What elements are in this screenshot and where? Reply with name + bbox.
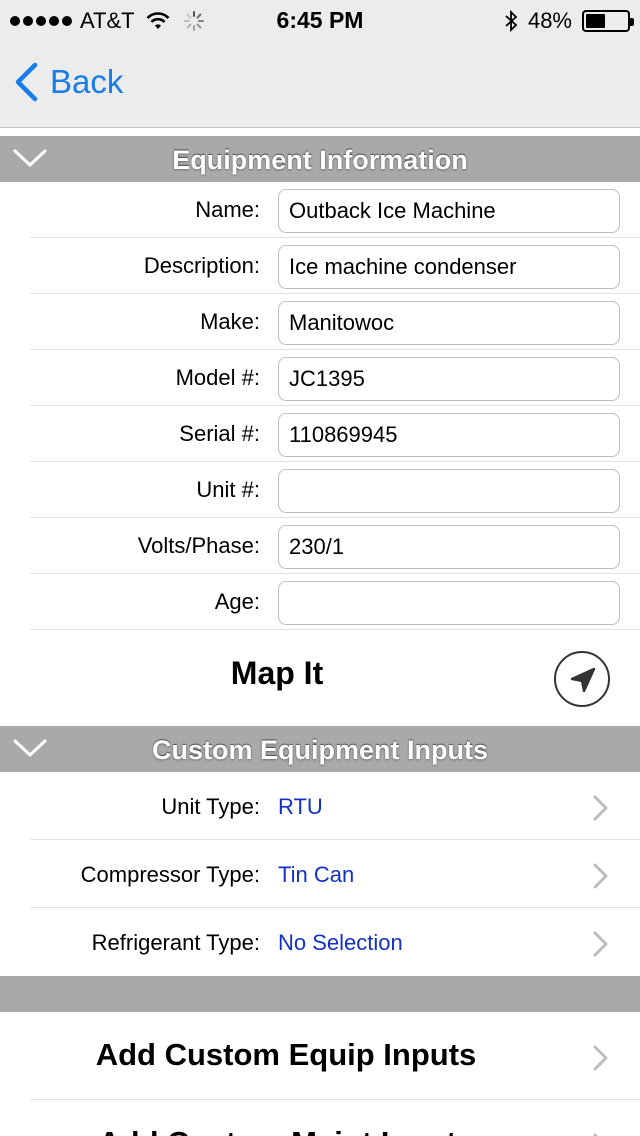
field-label: Unit Type:	[161, 794, 260, 819]
back-label: Back	[50, 63, 124, 100]
form-row-name: Name: Outback Ice Machine	[0, 182, 640, 238]
section-title: Equipment Information	[172, 145, 468, 175]
chevron-left-icon	[15, 62, 38, 102]
field-label: Name:	[195, 197, 260, 222]
back-button[interactable]: Back	[14, 62, 123, 102]
field-label: Compressor Type:	[80, 862, 260, 887]
field-label: Model #:	[175, 365, 260, 390]
section-title: Custom Equipment Inputs	[152, 735, 488, 765]
field-label: Volts/Phase:	[137, 533, 260, 558]
section-separator	[0, 976, 640, 1012]
compressor-type-value: Tin Can	[278, 862, 355, 887]
chevron-right-icon	[593, 1133, 599, 1136]
unit-type-value: RTU	[278, 794, 323, 819]
add-custom-maint-inputs-button[interactable]: Add Custom Maint Inputs	[0, 1100, 640, 1136]
description-field[interactable]: Ice machine condenser	[278, 245, 620, 289]
refrigerant-type-value: No Selection	[278, 930, 403, 955]
field-label: Age:	[214, 589, 260, 614]
battery-percentage: 48%	[527, 8, 572, 33]
model-field[interactable]: JC1395	[278, 357, 620, 401]
equipment-section-header[interactable]: Equipment Information	[0, 136, 640, 182]
make-field[interactable]: Manitowoc	[278, 301, 620, 345]
map-it-label: Map It	[230, 655, 324, 691]
map-it-row[interactable]: Map It	[0, 640, 640, 718]
form-row-age: Age:	[0, 574, 640, 630]
field-label: Unit #:	[196, 477, 260, 502]
bluetooth-icon	[505, 9, 518, 33]
custom-section-header[interactable]: Custom Equipment Inputs	[0, 726, 640, 772]
form-row-volts-phase: Volts/Phase: 230/1	[0, 518, 640, 574]
unit-type-row[interactable]: Unit Type: RTU	[0, 772, 640, 840]
form-row-description: Description: Ice machine condenser	[0, 238, 640, 294]
unit-field[interactable]	[278, 469, 620, 513]
serial-field[interactable]: 110869945	[278, 413, 620, 457]
form-row-unit: Unit #:	[0, 462, 640, 518]
location-arrow-icon	[570, 667, 596, 693]
navigation-bar: AT&T 6:45 PM 48% Back	[0, 0, 640, 128]
battery-icon	[582, 10, 634, 32]
volts-phase-field[interactable]: 230/1	[278, 525, 620, 569]
chevron-right-icon	[593, 863, 608, 889]
form-row-model: Model #: JC1395	[0, 350, 640, 406]
action-label: Add Custom Equip Inputs	[95, 1037, 477, 1072]
action-label: Add Custom Maint Inputs	[0, 1125, 572, 1136]
chevron-right-icon	[593, 931, 608, 957]
status-bar: AT&T 6:45 PM 48%	[0, 0, 640, 40]
refrigerant-type-row[interactable]: Refrigerant Type: No Selection	[0, 908, 640, 976]
chevron-right-icon	[593, 1045, 608, 1071]
form-row-serial: Serial #: 110869945	[0, 406, 640, 462]
chevron-right-icon	[593, 795, 608, 821]
location-button[interactable]	[554, 651, 610, 707]
field-label: Refrigerant Type:	[91, 930, 260, 955]
form-row-make: Make: Manitowoc	[0, 294, 640, 350]
field-label: Description:	[143, 253, 260, 278]
name-field[interactable]: Outback Ice Machine	[278, 189, 620, 233]
compressor-type-row[interactable]: Compressor Type: Tin Can	[0, 840, 640, 908]
add-custom-equip-inputs-button[interactable]: Add Custom Equip Inputs	[0, 1012, 640, 1100]
age-field[interactable]	[278, 581, 620, 625]
field-label: Make:	[200, 309, 260, 334]
field-label: Serial #:	[179, 421, 260, 446]
